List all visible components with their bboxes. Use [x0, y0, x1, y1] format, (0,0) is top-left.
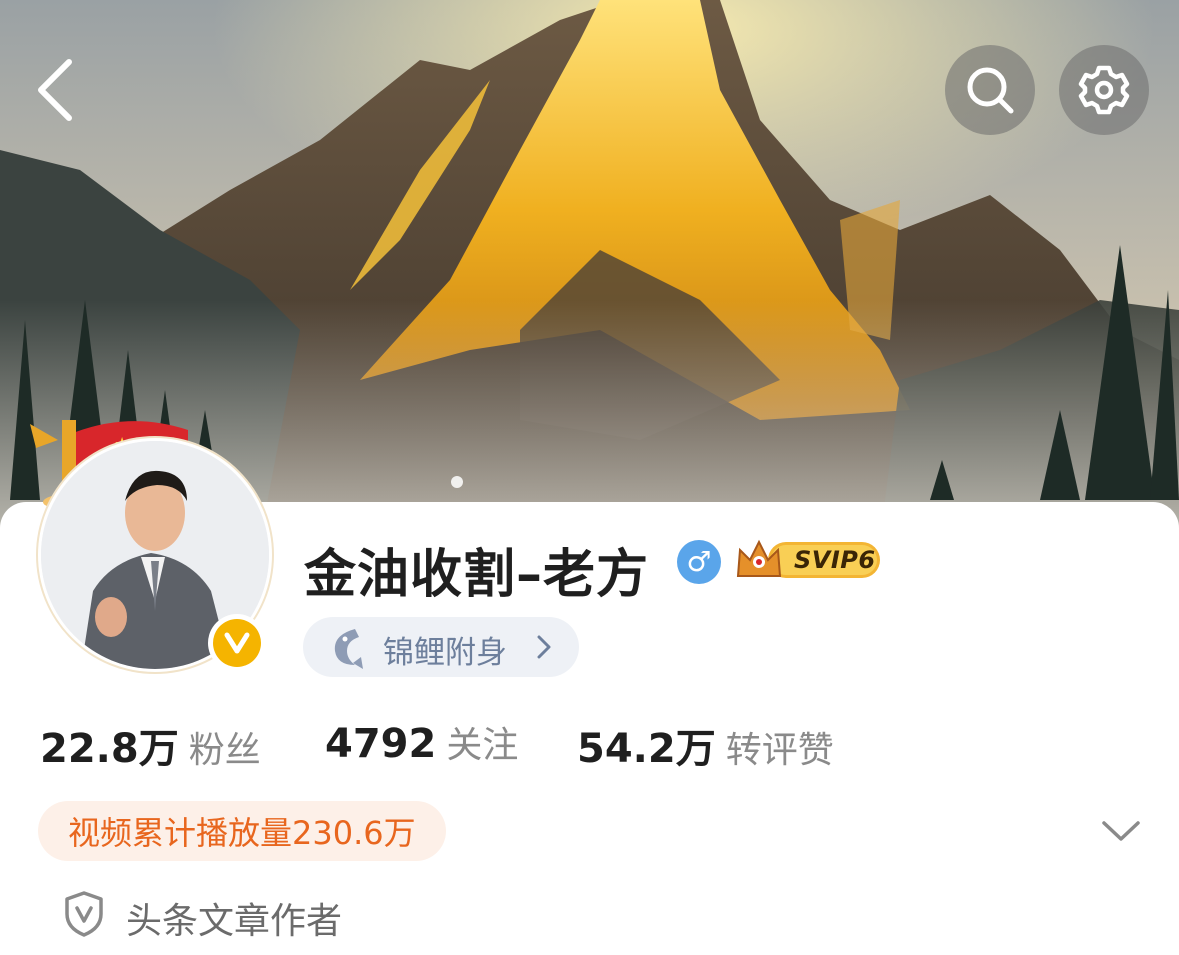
verified-v-icon	[224, 632, 250, 654]
followers-stat[interactable]: 22.8万 粉丝	[40, 716, 261, 774]
followers-count: 22.8万	[40, 726, 179, 772]
banner-page-indicator	[451, 476, 463, 488]
following-count: 4792	[325, 721, 437, 767]
shield-icon	[65, 891, 103, 937]
chevron-right-icon	[537, 635, 551, 659]
username: 金油收割–老方	[304, 545, 650, 605]
likes-label: 转评赞	[725, 730, 834, 771]
likes-count: 54.2万	[577, 726, 716, 772]
gear-icon	[1078, 65, 1130, 115]
male-gender-icon: ♂	[677, 540, 721, 584]
settings-button[interactable]	[1059, 45, 1149, 135]
verified-badge	[208, 614, 266, 672]
likes-stat[interactable]: 54.2万 转评赞	[577, 716, 834, 774]
video-views-badge: 视频累计播放量230.6万	[38, 801, 446, 861]
expand-chevron-down-icon[interactable]	[1100, 815, 1142, 847]
following-stat[interactable]: 4792 关注	[325, 716, 518, 768]
gender-symbol: ♂	[686, 545, 712, 578]
followers-label: 粉丝	[188, 730, 261, 771]
author-tag-label: 头条文章作者	[126, 901, 343, 942]
video-views-text: 视频累计播放量230.6万	[68, 814, 416, 852]
following-label: 关注	[446, 725, 519, 766]
carp-chip-label: 锦鲤附身	[383, 635, 507, 671]
search-button[interactable]	[945, 45, 1035, 135]
koi-fish-icon	[334, 629, 363, 669]
back-button[interactable]	[20, 52, 90, 128]
carp-lucky-chip[interactable]: 锦鲤附身	[303, 617, 579, 677]
chevron-left-icon	[38, 59, 72, 121]
vip-level-label: SVIP6	[794, 546, 876, 574]
search-icon	[967, 67, 1014, 114]
